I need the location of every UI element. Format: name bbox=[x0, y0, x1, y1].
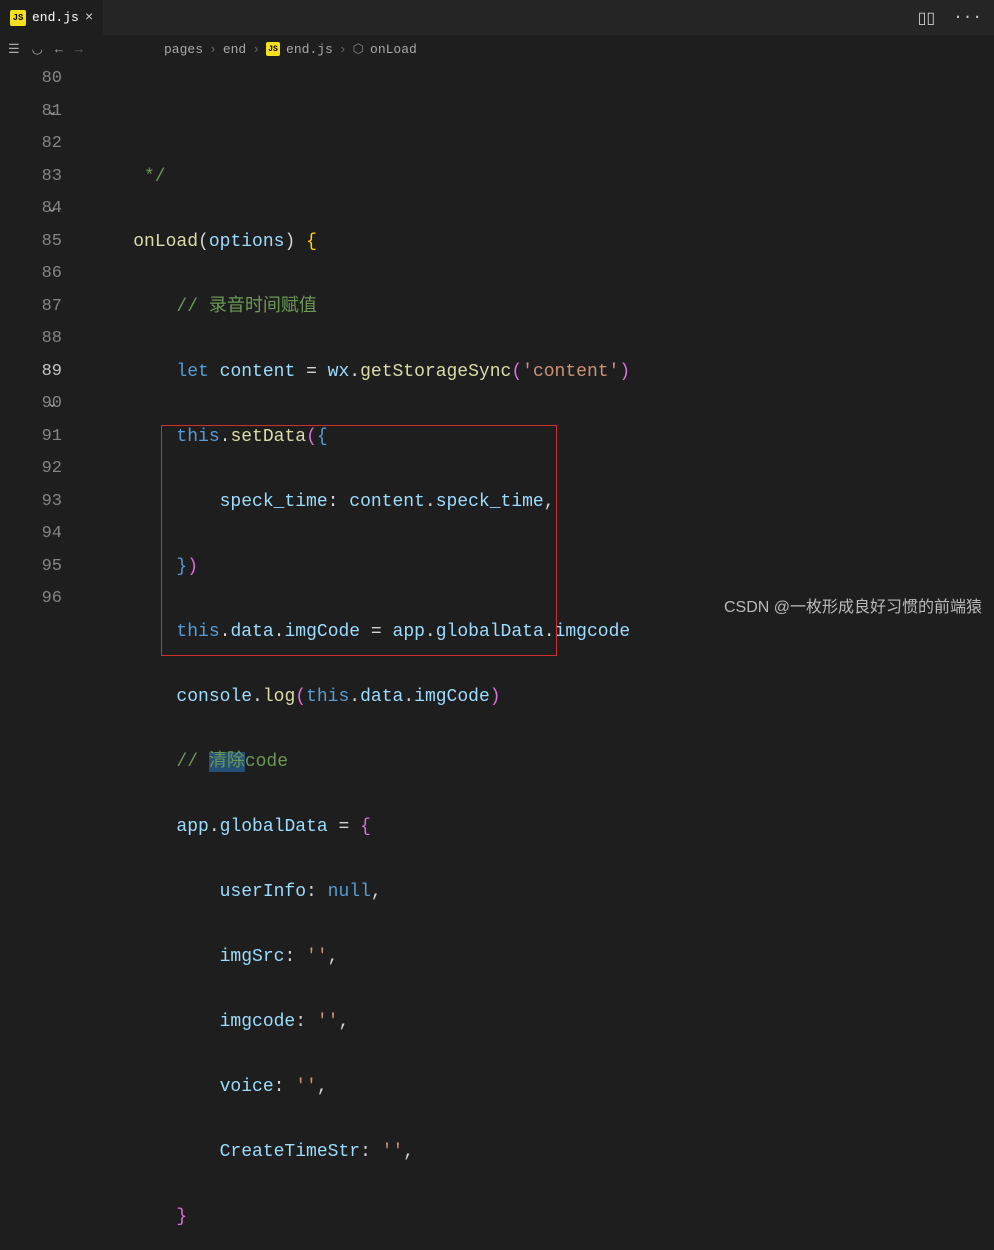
tab-group: JS end.js × bbox=[0, 0, 104, 35]
line-number: 92 bbox=[0, 453, 62, 486]
line-number: 84⌄ bbox=[0, 193, 62, 226]
more-actions-icon[interactable]: ··· bbox=[953, 8, 982, 28]
tab-actions: ▯▯ ··· bbox=[918, 8, 994, 28]
line-number: 90⌄ bbox=[0, 388, 62, 421]
breadcrumb-seg[interactable]: pages bbox=[164, 42, 203, 57]
file-tab[interactable]: JS end.js × bbox=[0, 0, 104, 35]
line-number: 91 bbox=[0, 421, 62, 454]
line-number: 96 bbox=[0, 583, 62, 616]
line-number: 83 bbox=[0, 161, 62, 194]
breadcrumb-seg[interactable]: end bbox=[223, 42, 246, 57]
fold-icon[interactable]: ⌄ bbox=[46, 96, 58, 129]
bookmark-icon[interactable]: ◡ bbox=[32, 42, 43, 57]
fold-icon[interactable]: ⌄ bbox=[46, 193, 58, 226]
code-line: onLoad(options) { bbox=[90, 226, 994, 259]
method-icon: ⬡ bbox=[353, 42, 364, 57]
line-number: 82 bbox=[0, 128, 62, 161]
code-line: // 录音时间赋值 bbox=[90, 291, 994, 324]
code-line: console.log(this.data.imgCode) bbox=[90, 681, 994, 714]
toolbar: ☰ ◡ ← → pages › end › JS end.js › ⬡ onLo… bbox=[0, 35, 994, 63]
code-line: }) bbox=[90, 551, 994, 584]
watermark: CSDN @一枚形成良好习惯的前端猿 bbox=[724, 593, 982, 617]
forward-icon[interactable]: → bbox=[75, 42, 83, 57]
code-line: userInfo: null, bbox=[90, 876, 994, 909]
breadcrumb-seg[interactable]: onLoad bbox=[370, 42, 417, 57]
line-number: 93 bbox=[0, 486, 62, 519]
code-area[interactable]: */ onLoad(options) { // 录音时间赋值 let conte… bbox=[90, 63, 994, 625]
code-line: } bbox=[90, 1201, 994, 1234]
code-line: app.globalData = { bbox=[90, 811, 994, 844]
fold-icon[interactable]: ⌄ bbox=[46, 388, 58, 421]
tab-filename: end.js bbox=[32, 10, 79, 25]
line-number: 88 bbox=[0, 323, 62, 356]
line-number: 81⌄ bbox=[0, 96, 62, 129]
code-line: this.setData({ bbox=[90, 421, 994, 454]
line-number: 80 bbox=[0, 63, 62, 96]
code-line: imgSrc: '', bbox=[90, 941, 994, 974]
line-number: 95 bbox=[0, 551, 62, 584]
split-editor-icon[interactable]: ▯▯ bbox=[918, 8, 936, 28]
code-line: voice: '', bbox=[90, 1071, 994, 1104]
chevron-right-icon: › bbox=[209, 42, 217, 57]
back-icon[interactable]: ← bbox=[55, 42, 63, 57]
code-line bbox=[90, 96, 994, 129]
line-number: 86 bbox=[0, 258, 62, 291]
line-number: 85 bbox=[0, 226, 62, 259]
close-icon[interactable]: × bbox=[85, 10, 93, 26]
toolbar-icons: ☰ ◡ ← → bbox=[8, 42, 148, 57]
code-line: let content = wx.getStorageSync('content… bbox=[90, 356, 994, 389]
chevron-right-icon: › bbox=[252, 42, 260, 57]
line-number: 94 bbox=[0, 518, 62, 551]
list-icon[interactable]: ☰ bbox=[8, 42, 20, 57]
line-number: 87 bbox=[0, 291, 62, 324]
breadcrumb: pages › end › JS end.js › ⬡ onLoad bbox=[164, 42, 417, 57]
code-line: // 清除code bbox=[90, 746, 994, 779]
line-number: 89 bbox=[0, 356, 62, 389]
breadcrumb-seg[interactable]: end.js bbox=[286, 42, 333, 57]
js-file-icon: JS bbox=[266, 42, 280, 56]
editor[interactable]: 80 81⌄ 82 83 84⌄ 85 86 87 88 89 90⌄ 91 9… bbox=[0, 63, 994, 625]
tab-bar: JS end.js × ▯▯ ··· bbox=[0, 0, 994, 35]
code-line: imgcode: '', bbox=[90, 1006, 994, 1039]
code-line: speck_time: content.speck_time, bbox=[90, 486, 994, 519]
gutter: 80 81⌄ 82 83 84⌄ 85 86 87 88 89 90⌄ 91 9… bbox=[0, 63, 90, 625]
chevron-right-icon: › bbox=[339, 42, 347, 57]
text-selection: 清除 bbox=[209, 752, 245, 772]
js-file-icon: JS bbox=[10, 10, 26, 26]
code-line: */ bbox=[90, 161, 994, 194]
code-line: this.data.imgCode = app.globalData.imgco… bbox=[90, 616, 994, 649]
code-line: CreateTimeStr: '', bbox=[90, 1136, 994, 1169]
